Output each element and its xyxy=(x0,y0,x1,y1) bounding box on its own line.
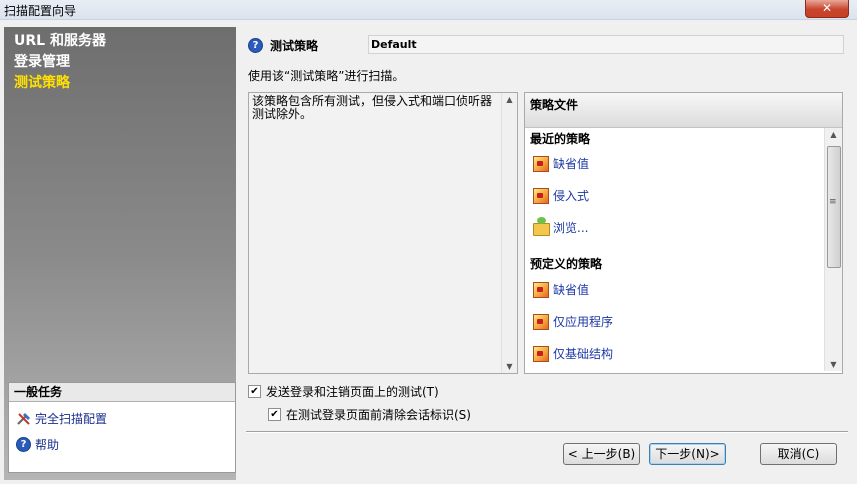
main-content: ? 测试策略 Default 使用该“测试策略”进行扫描。 该策略包含所有测试，… xyxy=(240,27,853,480)
clear-session-checkbox[interactable]: ✔ xyxy=(268,408,281,421)
file-item-label: 仅基础结构 xyxy=(553,347,614,361)
send-login-tests-label: 发送登录和注销页面上的测试(T) xyxy=(266,385,439,399)
wizard-steps-panel: URL 和服务器 登录管理 测试策略 一般任务 完全扫描配置 ? 帮助 xyxy=(4,27,236,480)
policy-icon xyxy=(533,281,549,298)
task-help-label: 帮助 xyxy=(35,438,60,452)
send-login-tests-option[interactable]: ✔ 发送登录和注销页面上的测试(T) xyxy=(248,383,439,400)
policy-icon xyxy=(533,155,549,172)
task-full-scan-config[interactable]: 完全扫描配置 xyxy=(16,410,107,427)
recent-policies-label: 最近的策略 xyxy=(530,132,591,146)
folder-icon xyxy=(533,220,550,236)
file-item-label: 缺省值 xyxy=(553,283,590,297)
policy-files-panel: 策略文件 最近的策略 缺省值 侵入式 浏览... 预定义的策略 缺省值 仅应用程… xyxy=(524,92,843,374)
policy-description-text: 该策略包含所有测试，但侵入式和端口侦听器测试除外。 xyxy=(252,94,493,121)
scroll-thumb[interactable] xyxy=(827,146,841,268)
description-scrollbar[interactable]: ▲ ▼ xyxy=(501,93,517,373)
general-tasks-panel: 一般任务 完全扫描配置 ? 帮助 xyxy=(8,382,236,473)
policy-files-header: 策略文件 xyxy=(525,93,842,128)
send-login-tests-checkbox[interactable]: ✔ xyxy=(248,385,261,398)
button-separator xyxy=(246,431,848,433)
step-test-policy[interactable]: 测试策略 xyxy=(14,73,106,94)
close-icon: ✕ xyxy=(821,1,833,15)
policy-icon xyxy=(533,345,549,362)
predefined-policy-default[interactable]: 缺省值 xyxy=(533,281,589,298)
help-icon[interactable]: ? xyxy=(248,38,263,53)
recent-policy-default[interactable]: 缺省值 xyxy=(533,155,589,172)
policy-label-row: ? 测试策略 xyxy=(248,37,318,54)
step-list: URL 和服务器 登录管理 测试策略 xyxy=(14,31,106,94)
recent-policy-invasive[interactable]: 侵入式 xyxy=(533,187,589,204)
scroll-up-arrow-icon[interactable]: ▲ xyxy=(502,95,517,104)
cancel-button[interactable]: 取消(C) xyxy=(760,443,837,465)
clear-session-option[interactable]: ✔ 在测试登录页面前清除会话标识(S) xyxy=(268,406,471,423)
policy-name-field: Default xyxy=(368,35,844,54)
general-tasks-header: 一般任务 xyxy=(9,383,235,402)
test-policy-label: 测试策略 xyxy=(270,39,319,53)
title-bar: 扫描配置向导 ✕ xyxy=(0,0,857,20)
back-button[interactable]: < 上一步(B) xyxy=(563,443,640,465)
browse-policy-link[interactable]: 浏览... xyxy=(533,219,588,236)
step-url-servers[interactable]: URL 和服务器 xyxy=(14,31,106,52)
step-login-management[interactable]: 登录管理 xyxy=(14,52,106,73)
scroll-up-arrow-icon[interactable]: ▲ xyxy=(826,130,841,139)
scroll-down-arrow-icon[interactable]: ▼ xyxy=(502,362,517,371)
window-title: 扫描配置向导 xyxy=(4,4,77,18)
file-item-label: 侵入式 xyxy=(553,189,590,203)
use-policy-text: 使用该“测试策略”进行扫描。 xyxy=(248,69,405,83)
policy-files-scrollbar[interactable]: ▲ ▼ xyxy=(824,128,842,371)
file-item-label: 仅应用程序 xyxy=(553,315,614,329)
help-icon: ? xyxy=(16,436,32,453)
policy-description-box: 该策略包含所有测试，但侵入式和端口侦听器测试除外。 ▲ ▼ xyxy=(248,92,518,374)
clear-session-label: 在测试登录页面前清除会话标识(S) xyxy=(286,408,471,422)
policy-icon xyxy=(533,187,549,204)
file-item-label: 浏览... xyxy=(553,221,589,235)
policy-icon xyxy=(533,313,549,330)
predefined-policy-application-only[interactable]: 仅应用程序 xyxy=(533,313,613,330)
tools-icon xyxy=(16,411,32,427)
file-item-label: 缺省值 xyxy=(553,157,590,171)
next-button[interactable]: 下一步(N)> xyxy=(649,443,726,465)
scroll-down-arrow-icon[interactable]: ▼ xyxy=(826,360,841,369)
predefined-policies-label: 预定义的策略 xyxy=(530,257,603,271)
task-help[interactable]: ? 帮助 xyxy=(16,436,59,453)
close-button[interactable]: ✕ xyxy=(805,0,849,18)
task-full-scan-config-label: 完全扫描配置 xyxy=(35,412,108,426)
predefined-policy-infrastructure-only[interactable]: 仅基础结构 xyxy=(533,345,613,362)
